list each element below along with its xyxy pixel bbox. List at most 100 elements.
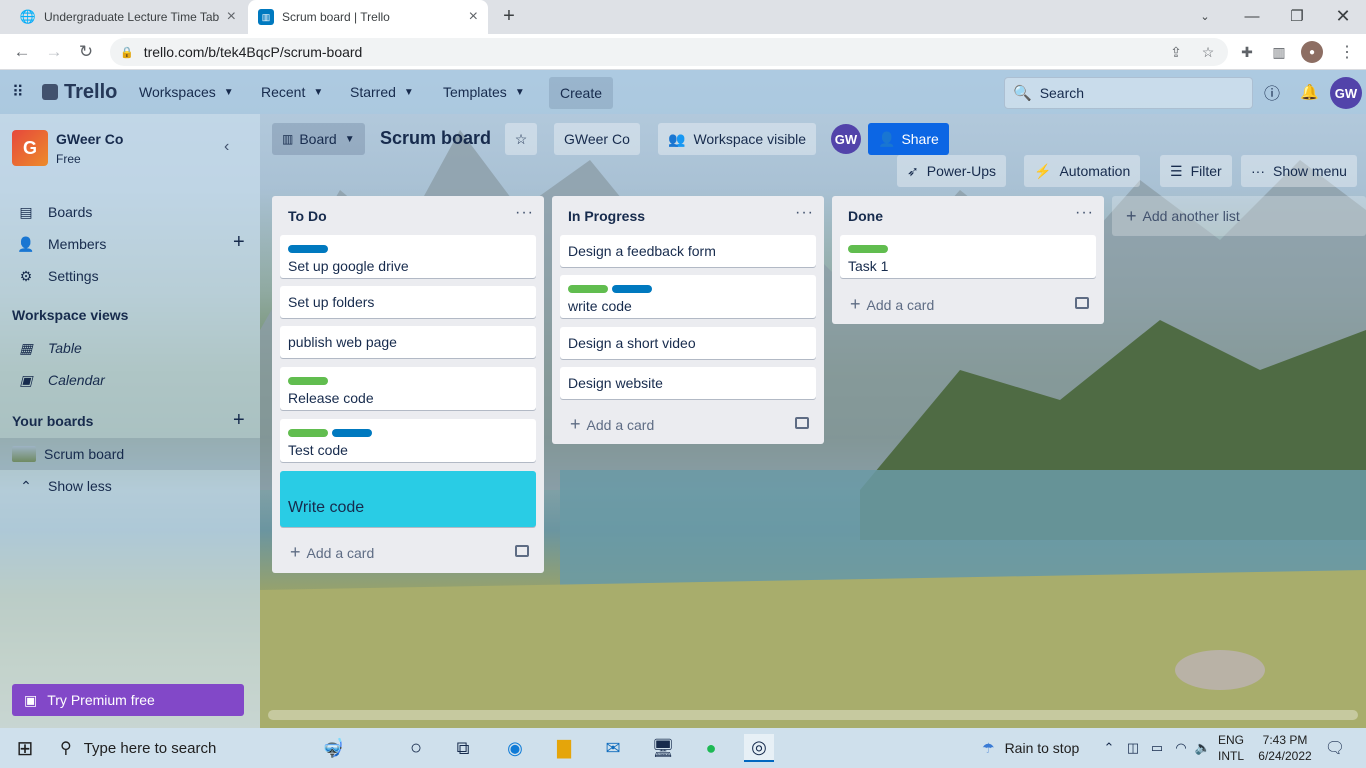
- card[interactable]: Test code: [280, 419, 536, 462]
- list-title[interactable]: In Progress: [568, 208, 645, 224]
- sidebar-item-table[interactable]: ▦ Table: [0, 332, 260, 364]
- card[interactable]: Set up google drive: [280, 235, 536, 278]
- trello-header: ⠿ Trello Workspaces ▼ Recent ▼ Starred ▼ Te…: [0, 70, 1366, 114]
- filter-button[interactable]: ☰ Filter: [1160, 155, 1232, 187]
- card[interactable]: Design a short video: [560, 327, 816, 359]
- spotify-icon[interactable]: ●: [696, 734, 726, 762]
- rocket-icon: ➶: [907, 162, 919, 179]
- sidebar-board-scrum[interactable]: Scrum board: [0, 438, 260, 470]
- add-card-button[interactable]: + Add a card: [290, 542, 374, 563]
- app-switcher-icon[interactable]: ⠿: [12, 70, 24, 114]
- collapse-sidebar-icon[interactable]: ‹: [224, 138, 229, 156]
- sidebar-item-boards[interactable]: ▤ Boards: [0, 196, 260, 228]
- add-card-button[interactable]: + Add a card: [570, 414, 654, 435]
- close-window-icon[interactable]: ✕: [1331, 4, 1355, 28]
- input-language[interactable]: ENG INTL: [1218, 732, 1244, 764]
- list-menu-icon[interactable]: ···: [515, 204, 534, 222]
- clock[interactable]: 7:43 PM 6/24/2022: [1256, 732, 1314, 764]
- list-menu-icon[interactable]: ···: [1075, 204, 1094, 222]
- new-tab-icon[interactable]: +: [497, 4, 521, 28]
- add-card-button[interactable]: + Add a card: [850, 294, 934, 315]
- cortana-icon[interactable]: ○: [401, 734, 431, 762]
- nav-workspaces[interactable]: Workspaces ▼: [139, 70, 234, 114]
- info-icon[interactable]: ⓘ: [1264, 70, 1280, 114]
- show-less-button[interactable]: ⌃ Show less: [0, 470, 260, 502]
- notifications-bell-icon[interactable]: 🔔: [1300, 70, 1319, 114]
- file-explorer-icon[interactable]: ▇: [549, 734, 579, 762]
- nav-recent[interactable]: Recent ▼: [261, 70, 323, 114]
- workspace-name[interactable]: GWeer Co: [56, 131, 123, 147]
- chrome-icon[interactable]: ◎: [744, 734, 774, 762]
- create-button[interactable]: Create: [549, 77, 613, 109]
- star-board-icon[interactable]: ☆: [505, 123, 537, 155]
- card-cover[interactable]: Write code: [280, 471, 536, 527]
- extensions-icon[interactable]: ✚: [1236, 41, 1258, 63]
- card-template-icon[interactable]: [795, 417, 809, 429]
- bookmark-star-icon[interactable]: ☆: [1197, 41, 1219, 63]
- close-tab-icon[interactable]: ×: [469, 8, 478, 26]
- restore-icon[interactable]: ❐: [1285, 4, 1309, 28]
- trello-logo[interactable]: Trello: [42, 70, 117, 114]
- tab-scrum-board[interactable]: ▥ Scrum board | Trello ×: [248, 0, 488, 34]
- sidebar-item-settings[interactable]: ⚙ Settings: [0, 260, 260, 292]
- try-premium-button[interactable]: ▣ Try Premium free: [12, 684, 244, 716]
- add-board-icon[interactable]: +: [233, 409, 245, 432]
- search-input[interactable]: 🔍 Search: [1004, 77, 1253, 109]
- edge-icon[interactable]: ◉: [500, 734, 530, 762]
- card[interactable]: Design website: [560, 367, 816, 399]
- reload-icon[interactable]: ↻: [74, 40, 98, 64]
- lock-icon: 🔒: [120, 46, 134, 59]
- task-view-icon[interactable]: ⧉: [448, 734, 478, 762]
- sidebar-item-members[interactable]: 👤 Members: [0, 228, 260, 260]
- list-title[interactable]: To Do: [288, 208, 327, 224]
- card[interactable]: write code: [560, 275, 816, 318]
- weather-widget[interactable]: ☂ Rain to stop: [982, 728, 1079, 768]
- profile-avatar-icon[interactable]: ●: [1301, 41, 1323, 63]
- chrome-menu-icon[interactable]: ⋮: [1336, 41, 1358, 63]
- share-page-icon[interactable]: ⇪: [1165, 41, 1187, 63]
- show-menu-button[interactable]: ··· Show menu: [1241, 155, 1357, 187]
- list-title[interactable]: Done: [848, 208, 883, 224]
- forward-icon[interactable]: →: [42, 40, 66, 64]
- search-highlight-icon[interactable]: 🤿: [318, 734, 348, 762]
- board-view-icon: ▥: [282, 132, 294, 146]
- board-member-avatar[interactable]: GW: [831, 124, 861, 154]
- nav-starred[interactable]: Starred ▼: [350, 70, 414, 114]
- computer-app-icon[interactable]: 🖥: [648, 734, 678, 762]
- minimize-icon[interactable]: —: [1240, 4, 1264, 28]
- card-template-icon[interactable]: [1075, 297, 1089, 309]
- close-tab-icon[interactable]: ×: [227, 8, 236, 26]
- windows-taskbar: ⊞ ⚲ Type here to search 🤿 ○ ⧉ ◉ ▇ ✉ 🖥 ● …: [0, 728, 1366, 768]
- list-menu-icon[interactable]: ···: [795, 204, 814, 222]
- side-panel-icon[interactable]: ▥: [1268, 41, 1290, 63]
- sidebar-item-calendar[interactable]: ▣ Calendar: [0, 364, 260, 396]
- board-title[interactable]: Scrum board: [380, 128, 491, 149]
- tab-search-icon[interactable]: ⌄: [1193, 4, 1217, 28]
- card[interactable]: Release code: [280, 367, 536, 410]
- card[interactable]: Task 1: [840, 235, 1096, 278]
- windows-start-icon[interactable]: ⊞: [10, 734, 40, 762]
- card[interactable]: publish web page: [280, 326, 536, 358]
- address-bar[interactable]: 🔒 trello.com/b/tek4BqcP/scrum-board: [110, 38, 1228, 66]
- board-view-switcher[interactable]: ▥ Board ▼: [272, 123, 365, 155]
- tab-lecture-timetable[interactable]: 🌐 Undergraduate Lecture Time Tab ×: [10, 0, 246, 34]
- nav-templates[interactable]: Templates ▼: [443, 70, 525, 114]
- user-avatar[interactable]: GW: [1330, 77, 1362, 109]
- visibility-button[interactable]: 👥 Workspace visible: [658, 123, 816, 155]
- taskbar-search-box[interactable]: ⚲ Type here to search: [48, 728, 308, 768]
- card[interactable]: Set up folders: [280, 286, 536, 318]
- volume-icon[interactable]: 🔈: [1188, 734, 1218, 762]
- back-icon[interactable]: ←: [10, 40, 34, 64]
- add-member-icon[interactable]: +: [233, 231, 245, 254]
- mail-icon[interactable]: ✉: [598, 734, 628, 762]
- workspace-button[interactable]: GWeer Co: [554, 123, 640, 155]
- automation-button[interactable]: ⚡ Automation: [1024, 155, 1141, 187]
- card[interactable]: Design a feedback form: [560, 235, 816, 267]
- board-scrollbar[interactable]: [268, 710, 1358, 720]
- notification-center-icon[interactable]: 🗨: [1320, 734, 1350, 762]
- add-list-button[interactable]: + Add another list: [1112, 196, 1366, 236]
- chevron-down-icon: ▼: [313, 86, 324, 98]
- power-ups-button[interactable]: ➶ Power-Ups: [897, 155, 1006, 187]
- share-button[interactable]: 👤 Share: [868, 123, 949, 155]
- card-template-icon[interactable]: [515, 545, 529, 557]
